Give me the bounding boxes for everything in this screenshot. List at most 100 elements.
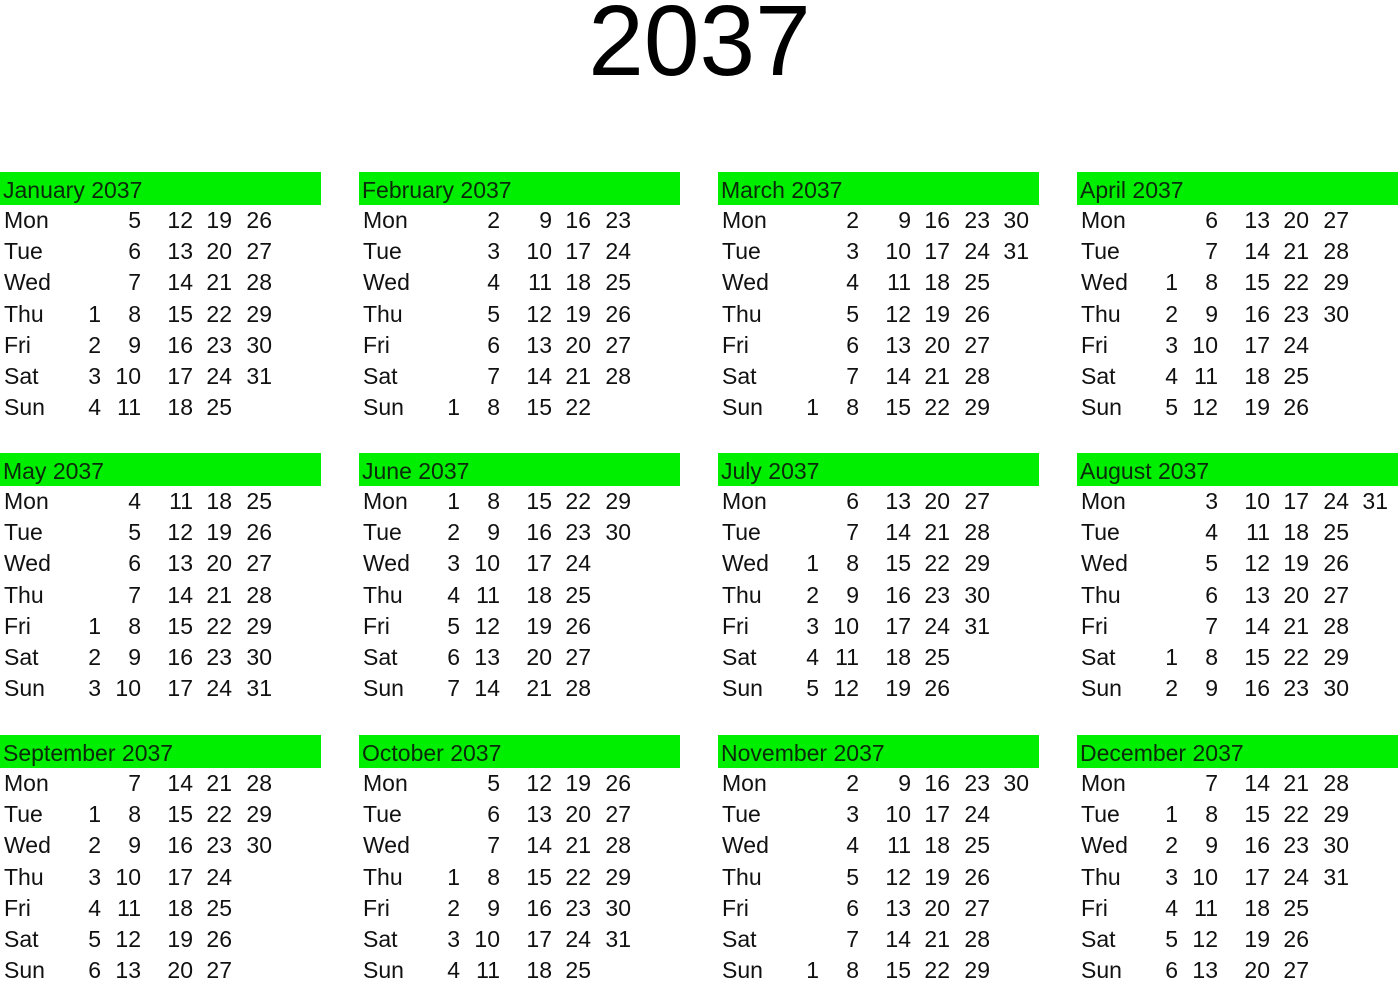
weekday-row: Sun 4 11 18 25	[359, 955, 680, 986]
date-cell: 16	[1244, 300, 1270, 327]
date-cell: 4	[88, 894, 101, 921]
date-cell: 12	[115, 925, 141, 952]
date-cell: 13	[1244, 581, 1270, 608]
weekday-label: Sun	[363, 675, 404, 702]
date-cell: 26	[964, 300, 990, 327]
date-cell: 29	[1323, 801, 1349, 828]
weekday-label: Mon	[4, 207, 49, 233]
weekday-row: Wed 4 11 18 25	[718, 267, 1039, 298]
weekday-row: Sat 2 9 16 23 30	[0, 642, 321, 673]
date-cell: 7	[1205, 238, 1218, 265]
date-cell: 25	[1283, 894, 1309, 921]
date-cell: 26	[605, 300, 631, 327]
weekday-label: Wed	[722, 832, 769, 859]
month-header: March 2037	[718, 172, 1039, 205]
weekday-row: Fri 3 10 17 24	[1077, 330, 1398, 361]
date-cell: 2	[846, 207, 859, 233]
date-cell: 22	[565, 394, 591, 421]
date-cell: 23	[964, 207, 990, 233]
date-cell: 21	[924, 362, 950, 389]
weekday-row: Mon 1 8 15 22 29	[359, 486, 680, 517]
date-cell: 29	[246, 300, 272, 327]
date-cell: 20	[924, 488, 950, 514]
weekday-row: Mon 6 13 20 27	[718, 486, 1039, 517]
date-cell: 18	[526, 957, 552, 984]
date-cell: 11	[169, 488, 193, 514]
weekday-row: Tue 7 14 21 28	[718, 517, 1039, 548]
date-cell: 31	[1003, 238, 1029, 265]
weekday-label: Wed	[1081, 269, 1128, 296]
date-cell: 24	[565, 550, 591, 577]
date-cell: 19	[565, 300, 591, 327]
date-cell: 12	[167, 207, 193, 233]
weekday-row: Wed 4 11 18 25	[718, 830, 1039, 861]
date-cell: 11	[117, 394, 141, 421]
date-cell: 27	[246, 238, 272, 265]
weekday-label: Fri	[722, 331, 749, 358]
date-cell: 23	[964, 770, 990, 796]
date-cell: 18	[1283, 519, 1309, 546]
date-cell: 11	[887, 832, 911, 859]
weekday-row: Fri 5 12 19 26	[359, 611, 680, 642]
date-cell: 28	[605, 362, 631, 389]
date-cell: 25	[246, 488, 272, 514]
weekday-label: Thu	[4, 581, 44, 608]
date-cell: 29	[605, 488, 631, 514]
weekday-label: Wed	[4, 269, 51, 296]
date-cell: 2	[88, 832, 101, 859]
date-cell: 22	[206, 300, 232, 327]
date-cell: 27	[565, 643, 591, 670]
date-cell: 20	[526, 643, 552, 670]
date-cell: 1	[1165, 269, 1178, 296]
weekday-label: Wed	[363, 269, 410, 296]
date-cell: 26	[1283, 394, 1309, 421]
weekday-label: Fri	[363, 612, 390, 639]
date-cell: 22	[1283, 643, 1309, 670]
date-cell: 9	[1205, 832, 1218, 859]
weekday-label: Sat	[363, 925, 398, 952]
date-cell: 1	[447, 863, 460, 890]
date-cell: 9	[487, 519, 500, 546]
month-block: August 2037 Mon 3 10 17 24 31 Tue 4 11 18 25 Wed 5 12 1…	[1077, 453, 1398, 704]
weekday-row: Fri 2 9 16 23 30	[359, 893, 680, 924]
date-cell: 2	[487, 207, 500, 233]
weekday-row: Sun 5 12 19 26	[1077, 392, 1398, 423]
date-cell: 3	[447, 925, 460, 952]
date-cell: 7	[128, 770, 141, 796]
weekday-label: Mon	[4, 770, 49, 796]
weekday-label: Thu	[4, 300, 44, 327]
date-cell: 22	[924, 550, 950, 577]
date-cell: 4	[1165, 362, 1178, 389]
date-cell: 13	[1244, 207, 1270, 233]
date-cell: 4	[128, 488, 141, 514]
weekday-row: Thu 5 12 19 26	[359, 299, 680, 330]
date-cell: 6	[846, 894, 859, 921]
date-cell: 14	[167, 770, 193, 796]
date-cell: 10	[115, 863, 141, 890]
weekday-row: Tue 3 10 17 24 31	[718, 236, 1039, 267]
date-cell: 31	[964, 612, 990, 639]
date-cell: 17	[924, 238, 950, 265]
weekday-row: Sun 1 8 15 22	[359, 392, 680, 423]
date-cell: 30	[246, 643, 272, 670]
date-cell: 9	[898, 770, 911, 796]
date-cell: 15	[885, 394, 911, 421]
date-cell: 13	[167, 238, 193, 265]
date-cell: 29	[1323, 643, 1349, 670]
weekday-label: Fri	[1081, 612, 1108, 639]
date-cell: 22	[206, 612, 232, 639]
date-cell: 24	[1283, 331, 1309, 358]
date-cell: 26	[246, 207, 272, 233]
date-cell: 15	[526, 488, 552, 514]
weekday-label: Sat	[363, 362, 398, 389]
date-cell: 27	[206, 957, 232, 984]
date-cell: 15	[885, 550, 911, 577]
weekday-row: Wed 2 9 16 23 30	[1077, 830, 1398, 861]
date-cell: 16	[167, 832, 193, 859]
date-cell: 25	[206, 394, 232, 421]
date-cell: 31	[1323, 863, 1349, 890]
date-cell: 7	[128, 581, 141, 608]
date-cell: 25	[1323, 519, 1349, 546]
weekday-row: Thu 2 9 16 23 30	[718, 580, 1039, 611]
date-cell: 23	[206, 331, 232, 358]
